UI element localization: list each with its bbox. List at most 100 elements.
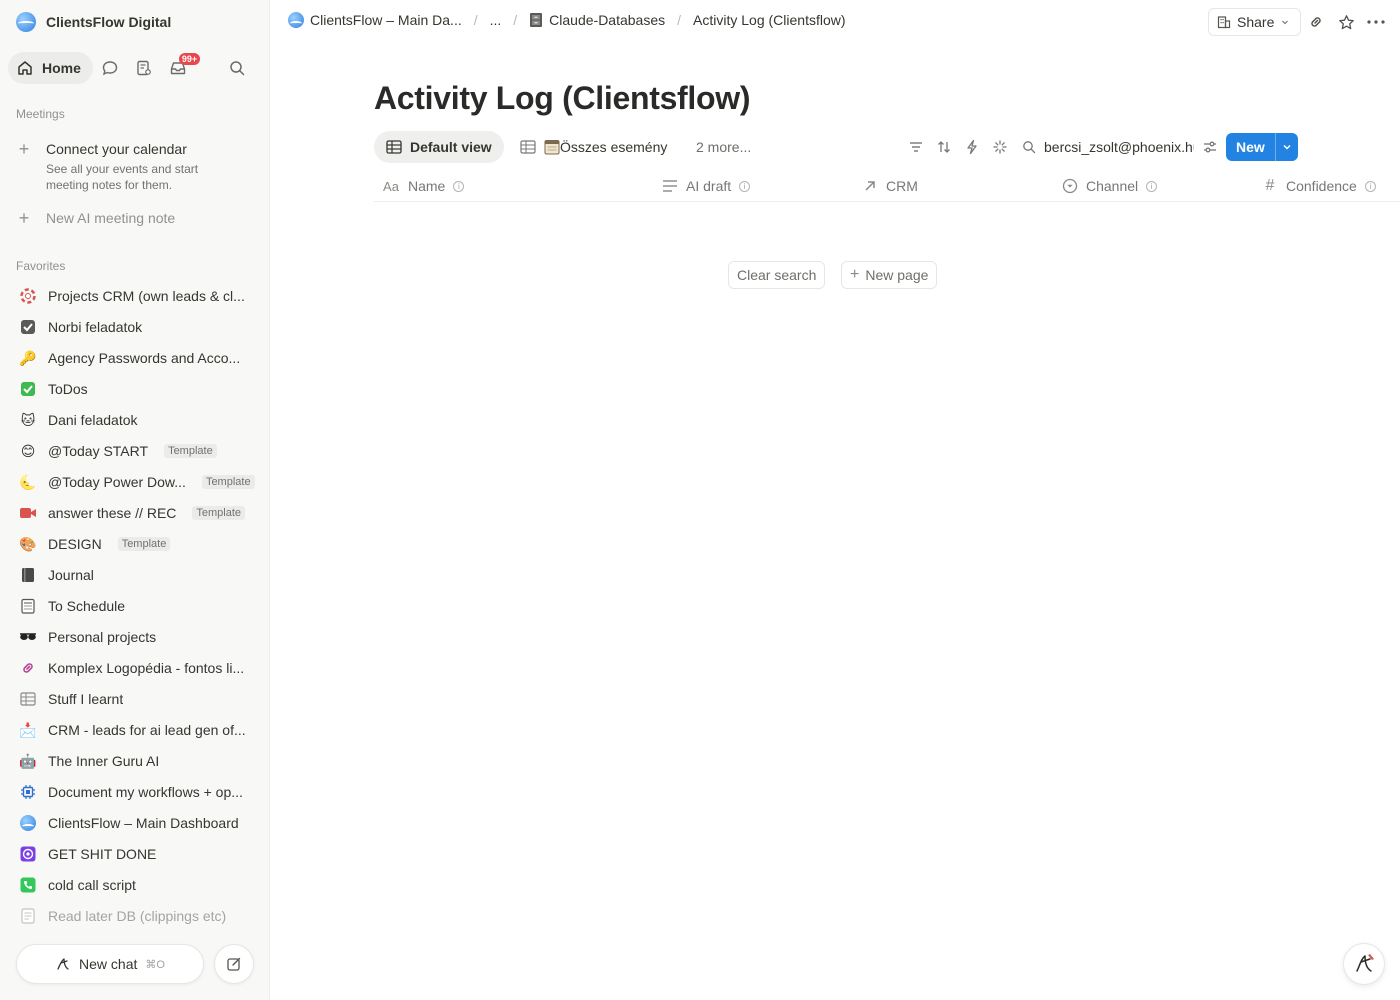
workspace-switcher[interactable]: ClientsFlow Digital	[16, 10, 171, 34]
plus-icon: +	[18, 208, 30, 228]
breadcrumb-current[interactable]: Activity Log (Clientsflow)	[693, 12, 846, 28]
new-ai-meeting-note-label: New AI meeting note	[46, 210, 176, 226]
top-bar: ClientsFlow – Main Da... / ... / Claude-…	[270, 0, 1400, 44]
breadcrumb-item[interactable]: ClientsFlow – Main Da...	[288, 12, 462, 28]
meetings-section-label: Meetings	[16, 107, 65, 121]
breadcrumb-ellipsis[interactable]: ...	[490, 12, 502, 28]
target-icon	[18, 844, 38, 864]
search-field[interactable]: bercsi_zsolt@phoenix.hu	[1022, 131, 1218, 163]
home-button[interactable]: Home	[8, 52, 93, 84]
text-lines-icon	[662, 178, 678, 194]
info-icon: i	[739, 180, 751, 192]
search-input[interactable]: bercsi_zsolt@phoenix.hu	[1044, 139, 1194, 155]
phone-icon	[18, 875, 38, 895]
search-icon[interactable]	[220, 52, 254, 84]
tab-default-view[interactable]: Default view	[374, 131, 504, 163]
inbox-badge: 99+	[178, 53, 201, 65]
chevron-down-icon	[1282, 20, 1289, 25]
favorite-item[interactable]: 🐱 Dani feladatok	[8, 406, 262, 434]
settings-sliders-icon[interactable]	[1202, 139, 1218, 155]
sort-icon[interactable]	[934, 137, 954, 157]
building-icon	[1217, 16, 1231, 29]
favorite-item[interactable]: ClientsFlow – Main Dashboard	[8, 809, 262, 837]
chip-icon	[18, 782, 38, 802]
new-button-label[interactable]: New	[1226, 133, 1276, 161]
meeting-notes-icon[interactable]	[127, 52, 161, 84]
tab-osszes-esemeny[interactable]: Összes esemény	[508, 131, 679, 163]
favorite-item[interactable]: 📩 CRM - leads for ai lead gen of...	[8, 716, 262, 744]
chat-icon[interactable]	[93, 52, 127, 84]
favorite-item[interactable]: cold call script	[8, 871, 262, 899]
clientsflow-logo-icon	[16, 12, 36, 32]
favorite-item[interactable]: 🔑 Agency Passwords and Acco...	[8, 344, 262, 372]
breadcrumb-separator: /	[513, 12, 518, 28]
favorite-item[interactable]: 😊 @Today START Template	[8, 437, 262, 465]
new-chat-button[interactable]: New chat ⌘O	[16, 944, 204, 984]
copy-link-icon[interactable]	[1306, 12, 1326, 32]
column-header-ai-draft[interactable]: AI draft i	[662, 170, 751, 202]
info-icon: i	[1364, 180, 1376, 192]
breadcrumb-separator: /	[473, 12, 478, 28]
ai-sparkle-icon	[57, 958, 69, 970]
clientsflow-logo-icon	[288, 12, 304, 28]
favorite-item[interactable]: To Schedule	[8, 592, 262, 620]
favorite-item[interactable]: 🌜 @Today Power Dow... Template	[8, 468, 262, 496]
chevron-down-icon[interactable]	[1276, 133, 1298, 161]
checkbox-icon	[18, 317, 38, 337]
compose-button[interactable]	[214, 944, 254, 984]
link-icon	[18, 658, 38, 678]
share-button[interactable]: Share	[1208, 8, 1302, 36]
favorite-item[interactable]: Norbi feladatok	[8, 313, 262, 341]
table-header: Aa Name i AI draft i CRM Channel i # Con…	[374, 170, 1400, 202]
more-views[interactable]: 2 more...	[684, 131, 763, 163]
check-mark-icon	[18, 379, 38, 399]
favorite-item[interactable]: 🤖 The Inner Guru AI	[8, 747, 262, 775]
column-header-channel[interactable]: Channel i	[1062, 170, 1158, 202]
palette-icon: 🎨	[19, 535, 37, 552]
ai-autofill-icon[interactable]	[990, 137, 1010, 157]
favorite-item[interactable]: Personal projects	[8, 623, 262, 651]
table-icon	[386, 140, 402, 154]
star-icon[interactable]	[1336, 12, 1356, 32]
table-icon	[520, 140, 536, 154]
sidebar: ClientsFlow Digital Home 99+ Meetings + …	[0, 0, 270, 1000]
plus-icon: +	[850, 266, 860, 283]
more-options-icon[interactable]	[1366, 12, 1386, 32]
table-icon	[18, 689, 38, 709]
column-header-crm[interactable]: CRM	[862, 170, 918, 202]
inbox-icon[interactable]: 99+	[161, 52, 201, 84]
inbox-tray-icon: 📩	[19, 721, 37, 738]
new-button[interactable]: New	[1226, 133, 1298, 161]
view-bar: Default view Összes esemény 2 more... be…	[374, 131, 1400, 163]
connect-calendar-title: Connect your calendar	[46, 141, 187, 157]
breadcrumb: ClientsFlow – Main Da... / ... / Claude-…	[288, 12, 846, 28]
automation-icon[interactable]	[962, 137, 982, 157]
favorite-item[interactable]: Document my workflows + op...	[8, 778, 262, 806]
number-property-icon: #	[1265, 177, 1275, 194]
favorite-item[interactable]: ToDos	[8, 375, 262, 403]
column-header-name[interactable]: Aa Name i	[382, 170, 465, 202]
connect-calendar-item[interactable]: + Connect your calendar See all your eve…	[16, 140, 226, 193]
calendar-icon	[18, 596, 38, 616]
favorite-item[interactable]: 🎨 DESIGN Template	[8, 530, 262, 558]
smile-icon: 😊	[20, 442, 36, 459]
favorite-item[interactable]: Journal	[8, 561, 262, 589]
template-tag: Template	[192, 506, 246, 520]
clear-search-button[interactable]: Clear search	[728, 261, 826, 289]
favorite-item[interactable]: answer these // REC Template	[8, 499, 262, 527]
page-title[interactable]: Activity Log (Clientsflow)	[374, 80, 751, 117]
new-ai-meeting-note[interactable]: + New AI meeting note	[16, 208, 176, 228]
favorite-item[interactable]: Projects CRM (own leads & cl...	[8, 282, 262, 310]
filter-icon[interactable]	[906, 137, 926, 157]
favorite-item[interactable]: Komplex Logopédia - fontos li...	[8, 654, 262, 682]
new-page-button[interactable]: + New page	[841, 261, 938, 289]
ai-assistant-button[interactable]	[1343, 943, 1385, 985]
calendar-icon	[544, 140, 560, 155]
favorite-item[interactable]: Read later DB (clippings etc)	[8, 902, 262, 930]
breadcrumb-item[interactable]: Claude-Databases	[529, 12, 665, 28]
key-icon: 🔑	[19, 349, 37, 366]
favorite-item[interactable]: Stuff I learnt	[8, 685, 262, 713]
favorites-section-label: Favorites	[16, 259, 66, 273]
favorite-item[interactable]: GET SHIT DONE	[8, 840, 262, 868]
column-header-confidence[interactable]: # Confidence i	[1262, 170, 1376, 202]
